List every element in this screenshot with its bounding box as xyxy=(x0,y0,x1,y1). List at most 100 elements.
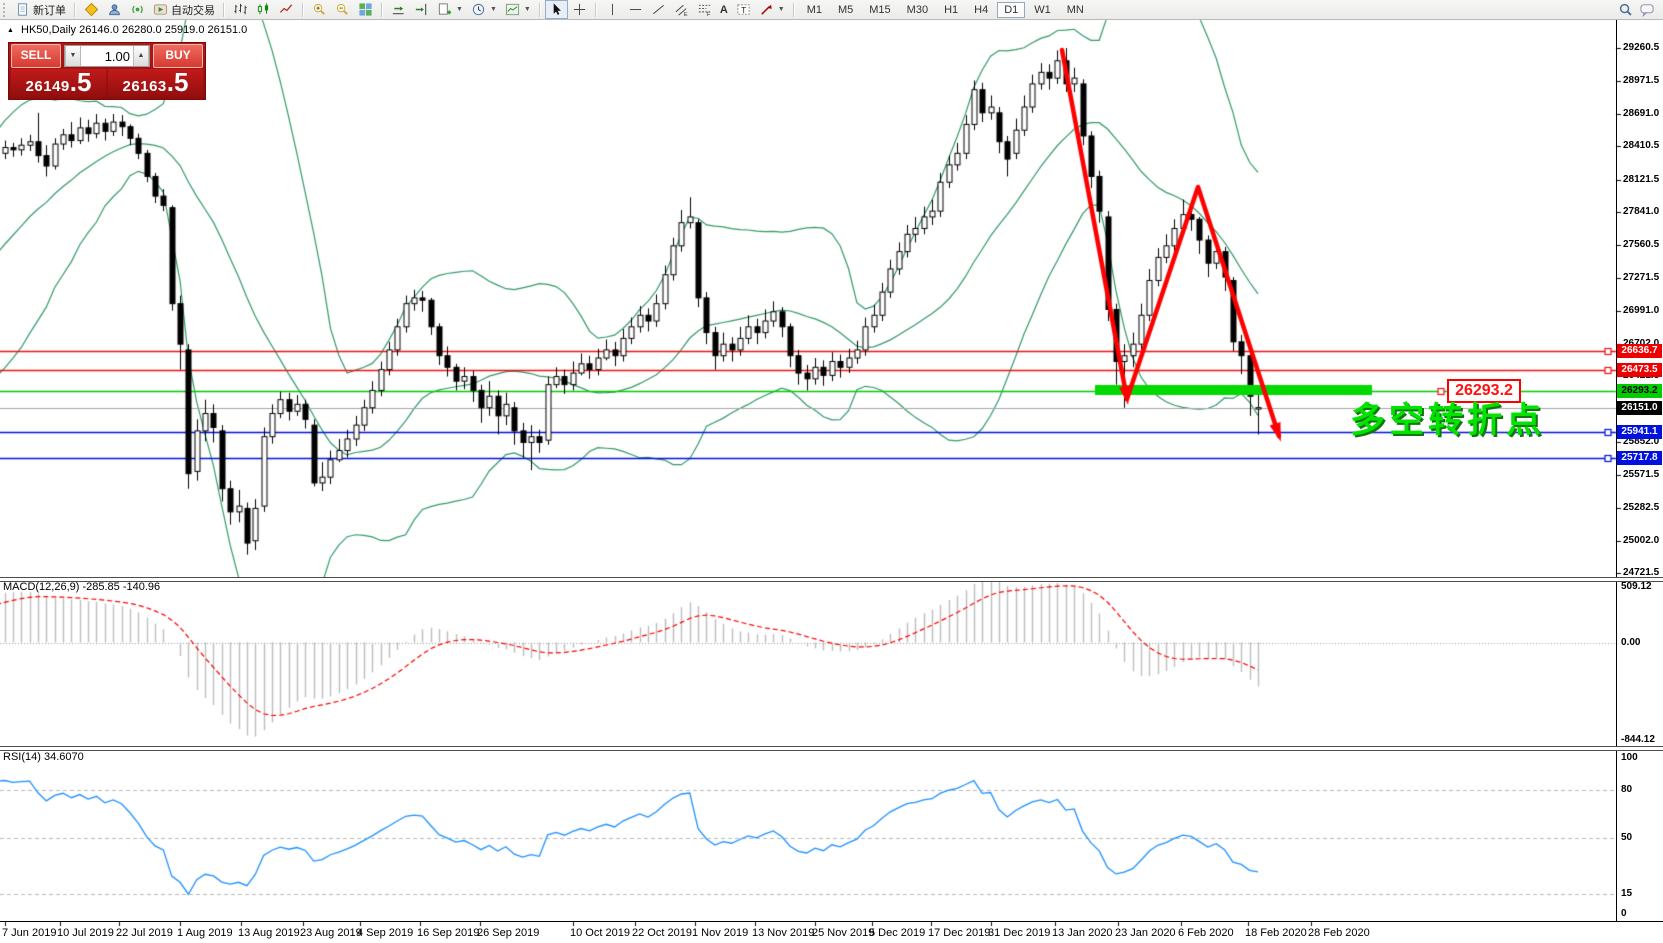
chart-shift-button[interactable] xyxy=(410,0,433,19)
macd-axis-label: 0.00 xyxy=(1621,636,1641,648)
turning-point-annotation[interactable]: 多空转折点 xyxy=(1350,392,1545,443)
volume-increase-button[interactable]: ▲ xyxy=(133,46,149,66)
autotrading-icon xyxy=(153,4,168,15)
search-icon[interactable] xyxy=(1618,2,1633,17)
clock-icon xyxy=(472,3,485,16)
price-tick-label: 26991.0 xyxy=(1623,304,1660,316)
timeframe-m5[interactable]: M5 xyxy=(831,2,860,18)
cursor-icon xyxy=(553,3,561,15)
date-label: 26 Sep 2019 xyxy=(477,927,540,939)
svg-text:E: E xyxy=(684,12,688,17)
date-label: 22 Oct 2019 xyxy=(632,927,692,939)
date-label: 1 Aug 2019 xyxy=(177,927,233,939)
vertical-line-tool[interactable] xyxy=(601,0,624,19)
fibonacci-tool[interactable]: F xyxy=(693,0,716,19)
chevron-down-icon: ▼ xyxy=(777,6,785,13)
date-label: 1 Nov 2019 xyxy=(692,927,749,939)
date-label: 25 Nov 2019 xyxy=(812,927,875,939)
date-label: 10 Oct 2019 xyxy=(570,927,630,939)
auto-scroll-button[interactable] xyxy=(387,0,410,19)
horizontal-line-tool[interactable] xyxy=(624,0,647,19)
volume-control: ▼ 1.00 ▲ xyxy=(64,45,150,67)
price-tag-red: 26473.5 xyxy=(1617,363,1662,378)
date-label: 13 Aug 2019 xyxy=(238,927,300,939)
bar-chart-button[interactable] xyxy=(229,0,252,19)
timeframe-m15[interactable]: M15 xyxy=(862,2,897,18)
chevron-down-icon: ▼ xyxy=(489,6,497,13)
price-tick-label: 27560.5 xyxy=(1623,238,1660,250)
chat-icon[interactable] xyxy=(1639,2,1655,17)
volume-decrease-button[interactable]: ▼ xyxy=(65,46,81,66)
equidistant-channel-tool[interactable]: E xyxy=(670,0,693,19)
timeframe-h1[interactable]: H1 xyxy=(937,2,965,18)
timeframe-w1[interactable]: W1 xyxy=(1027,2,1058,18)
tile-windows-button[interactable] xyxy=(354,0,377,19)
panel-splitter[interactable] xyxy=(0,746,1663,751)
new-order-button[interactable]: 新订单 xyxy=(12,0,70,19)
trendline-icon xyxy=(652,4,664,15)
trendline-tool[interactable] xyxy=(647,0,670,19)
one-click-panel-toggle[interactable]: ▲ xyxy=(7,27,14,34)
crosshair-tool[interactable] xyxy=(568,0,591,19)
panel-splitter[interactable] xyxy=(0,577,1663,582)
new-chart-button[interactable]: ▼ xyxy=(433,0,467,19)
price-tag-blue: 25717.8 xyxy=(1617,450,1662,465)
sell-price-main: 26149 xyxy=(25,78,70,95)
new-order-icon xyxy=(18,3,27,16)
new-order-label: 新订单 xyxy=(33,4,66,17)
zoom-in-button[interactable] xyxy=(308,0,331,19)
chart-title: HK50,Daily 26146.0 26280.0 25919.0 26151… xyxy=(21,24,248,36)
timeframe-mn[interactable]: MN xyxy=(1060,2,1091,18)
time-axis[interactable]: 7 Jun 2019 10 Jul 2019 22 Jul 2019 1 Aug 20… xyxy=(0,921,1663,943)
volume-input[interactable]: 1.00 xyxy=(81,46,133,66)
templates-button[interactable]: ▼ xyxy=(501,0,535,19)
price-tick-label: 28971.5 xyxy=(1623,75,1660,87)
sell-button[interactable]: SELL xyxy=(11,44,61,68)
text-tool[interactable]: A xyxy=(716,0,732,19)
timeframe-m30[interactable]: M30 xyxy=(900,2,935,18)
candlestick-chart-button[interactable] xyxy=(252,0,275,19)
new-chart-icon xyxy=(438,3,452,15)
signals-button[interactable] xyxy=(126,0,149,19)
svg-text:T: T xyxy=(741,5,746,15)
line-chart-button[interactable] xyxy=(275,0,298,19)
date-label: 31 Dec 2019 xyxy=(988,927,1051,939)
periods-button[interactable]: ▼ xyxy=(467,0,501,19)
zoom-out-button[interactable] xyxy=(331,0,354,19)
price-tick-label: 27841.0 xyxy=(1623,206,1660,218)
price-tag-green: 26293.2 xyxy=(1617,384,1662,399)
date-label: 22 Jul 2019 xyxy=(116,927,173,939)
community-button[interactable] xyxy=(103,0,126,19)
buy-price[interactable]: 26163 .5 xyxy=(108,69,203,97)
buy-price-pips: .5 xyxy=(166,67,189,97)
timeframe-m1[interactable]: M1 xyxy=(800,2,829,18)
candlestick-chart-icon xyxy=(257,3,269,15)
market-button[interactable] xyxy=(80,0,103,19)
vertical-line-icon xyxy=(611,3,613,16)
sell-price[interactable]: 26149 .5 xyxy=(11,69,106,97)
rsi-axis-label: 0 xyxy=(1621,908,1627,919)
date-label: 23 Aug 2019 xyxy=(300,927,362,939)
buy-button[interactable]: BUY xyxy=(153,44,203,68)
toolbar-grip[interactable] xyxy=(3,2,9,17)
channel-icon: E xyxy=(675,4,688,17)
price-tick-label: 25282.5 xyxy=(1623,502,1660,514)
horizontal-line-icon xyxy=(629,9,641,10)
timeframe-h4[interactable]: H4 xyxy=(967,2,995,18)
one-click-trading-panel: SELL ▼ 1.00 ▲ BUY 26149 .5 26163 .5 xyxy=(8,42,206,100)
arrows-tool[interactable]: ▼ xyxy=(755,0,789,19)
cursor-tool[interactable] xyxy=(544,0,568,19)
template-chart-icon xyxy=(505,3,519,16)
price-chart-canvas[interactable] xyxy=(0,0,1663,942)
price-tick-label: 25002.0 xyxy=(1623,534,1660,546)
date-label: 16 Sep 2019 xyxy=(417,927,480,939)
price-tick-label: 27271.5 xyxy=(1623,272,1660,284)
autotrading-button[interactable]: 自动交易 xyxy=(149,0,219,19)
date-label: 17 Dec 2019 xyxy=(928,927,991,939)
text-label-tool[interactable]: T xyxy=(732,0,755,19)
signals-icon xyxy=(132,5,143,14)
timeframe-d1[interactable]: D1 xyxy=(997,1,1026,18)
auto-scroll-icon xyxy=(392,6,404,15)
sell-price-pips: .5 xyxy=(69,67,92,97)
date-label: 6 Feb 2020 xyxy=(1178,927,1234,939)
